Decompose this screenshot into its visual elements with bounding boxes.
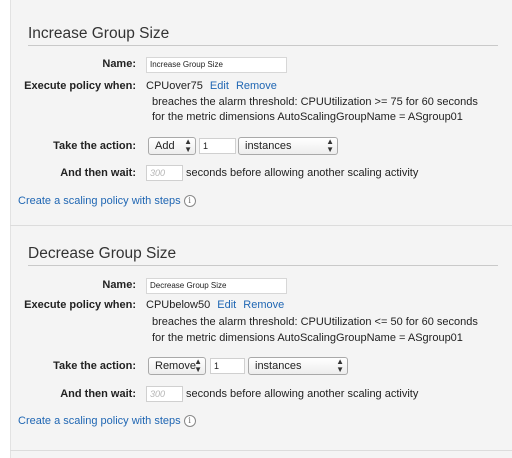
info-icon[interactable]: i bbox=[183, 415, 196, 428]
alarm-line: CPUbelow50 Edit Remove bbox=[146, 299, 284, 311]
unit-select-value: instances bbox=[245, 140, 292, 152]
wait-label: And then wait: bbox=[60, 388, 136, 400]
info-icon[interactable]: i bbox=[183, 195, 196, 208]
edit-alarm-link[interactable]: Edit bbox=[210, 80, 229, 92]
create-steps-policy-link[interactable]: Create a scaling policy with steps bbox=[18, 195, 181, 207]
wait-suffix: seconds before allowing another scaling … bbox=[186, 167, 419, 179]
amount-input[interactable]: 1 bbox=[210, 358, 245, 374]
action-label: Take the action: bbox=[53, 360, 136, 372]
section-rule bbox=[28, 265, 498, 266]
section-divider bbox=[10, 225, 512, 226]
action-select[interactable]: Add ▲ ▼ bbox=[148, 137, 196, 155]
wait-suffix: seconds before allowing another scaling … bbox=[186, 388, 419, 400]
decrease-policy-name-input[interactable]: Decrease Group Size bbox=[146, 278, 287, 294]
increase-policy-name-input[interactable]: Increase Group Size bbox=[146, 57, 287, 73]
wait-seconds-input[interactable]: 300 bbox=[146, 386, 183, 402]
increase-policy-title: Increase Group Size bbox=[28, 25, 170, 42]
bottom-divider bbox=[10, 450, 512, 451]
alarm-line: CPUover75 Edit Remove bbox=[146, 80, 277, 92]
alarm-name: CPUbelow50 bbox=[146, 299, 211, 311]
steps-link-row: Create a scaling policy with steps i bbox=[18, 415, 196, 428]
wait-label: And then wait: bbox=[60, 167, 136, 179]
select-arrows-icon: ▲ ▼ bbox=[184, 137, 192, 154]
remove-alarm-link[interactable]: Remove bbox=[243, 299, 284, 311]
amount-input[interactable]: 1 bbox=[199, 138, 236, 154]
create-steps-policy-link[interactable]: Create a scaling policy with steps bbox=[18, 415, 181, 427]
unit-select[interactable]: instances ▲ ▼ bbox=[238, 137, 338, 155]
select-arrows-icon: ▲ ▼ bbox=[336, 357, 344, 374]
name-label: Name: bbox=[102, 58, 136, 70]
steps-link-row: Create a scaling policy with steps i bbox=[18, 195, 196, 208]
breach-text: breaches the alarm threshold: CPUUtiliza… bbox=[152, 316, 478, 328]
edit-alarm-link[interactable]: Edit bbox=[217, 299, 236, 311]
wait-seconds-input[interactable]: 300 bbox=[146, 165, 183, 181]
alarm-name: CPUover75 bbox=[146, 80, 203, 92]
execute-label: Execute policy when: bbox=[24, 299, 136, 311]
action-label: Take the action: bbox=[53, 140, 136, 152]
breach-text: breaches the alarm threshold: CPUUtiliza… bbox=[152, 96, 478, 108]
name-label: Name: bbox=[102, 279, 136, 291]
action-select[interactable]: Remove ▲ ▼ bbox=[148, 357, 206, 375]
action-select-value: Add bbox=[155, 140, 175, 152]
unit-select-value: instances bbox=[255, 360, 302, 372]
remove-alarm-link[interactable]: Remove bbox=[236, 80, 277, 92]
unit-select[interactable]: instances ▲ ▼ bbox=[248, 357, 348, 375]
dimension-text: for the metric dimensions AutoScalingGro… bbox=[152, 332, 463, 344]
select-arrows-icon: ▲ ▼ bbox=[194, 357, 202, 374]
action-select-value: Remove bbox=[155, 360, 196, 372]
execute-label: Execute policy when: bbox=[24, 80, 136, 92]
dimension-text: for the metric dimensions AutoScalingGro… bbox=[152, 111, 463, 123]
decrease-policy-title: Decrease Group Size bbox=[28, 245, 177, 262]
select-arrows-icon: ▲ ▼ bbox=[326, 137, 334, 154]
section-rule bbox=[28, 45, 498, 46]
